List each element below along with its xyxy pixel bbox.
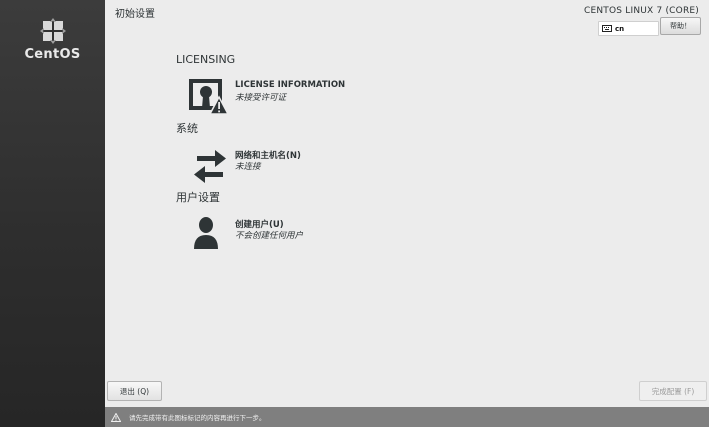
section-header-user-settings: 用户设置: [176, 191, 220, 204]
section-header-licensing: LICENSING: [176, 53, 236, 66]
keyboard-layout-indicator[interactable]: cn: [598, 21, 659, 36]
user-icon: [194, 217, 218, 249]
spoke-network-hostname[interactable]: 网络和主机名(N) 未连接: [189, 147, 449, 187]
quit-button[interactable]: 退出 (Q): [107, 381, 162, 401]
page-title: 初始设置: [115, 9, 155, 20]
spoke-create-user[interactable]: 创建用户(U) 不会创建任何用户: [189, 216, 449, 256]
spoke-status: 不会创建任何用户: [235, 231, 304, 241]
help-button[interactable]: 帮助！: [660, 17, 701, 35]
spoke-title: LICENSE INFORMATION: [235, 80, 346, 90]
centos-logo-icon: [40, 18, 66, 44]
network-arrows-icon: [194, 150, 226, 183]
license-warning-icon: [189, 79, 229, 115]
brand-name: CentOS: [24, 47, 81, 62]
spoke-status: 未接受许可证: [235, 93, 287, 103]
main-panel: 初始设置 CENTOS LINUX 7 (CORE) cn 帮助！ LICENS…: [105, 0, 709, 427]
warning-text: 请先完成带有此图标标记的内容再进行下一步。: [129, 414, 266, 422]
finish-configuration-button[interactable]: 完成配置 (F): [639, 381, 707, 401]
spoke-status: 未连接: [235, 162, 261, 172]
spoke-license-information[interactable]: LICENSE INFORMATION 未接受许可证: [189, 78, 449, 118]
warning-bar: 请先完成带有此图标标记的内容再进行下一步。: [105, 407, 709, 427]
sidebar: CentOS: [0, 0, 105, 427]
section-header-system: 系统: [176, 122, 198, 135]
product-title: CENTOS LINUX 7 (CORE): [584, 6, 699, 16]
keyboard-layout-label: cn: [615, 24, 625, 33]
keyboard-icon: [602, 25, 612, 32]
warning-triangle-icon: [111, 412, 121, 422]
